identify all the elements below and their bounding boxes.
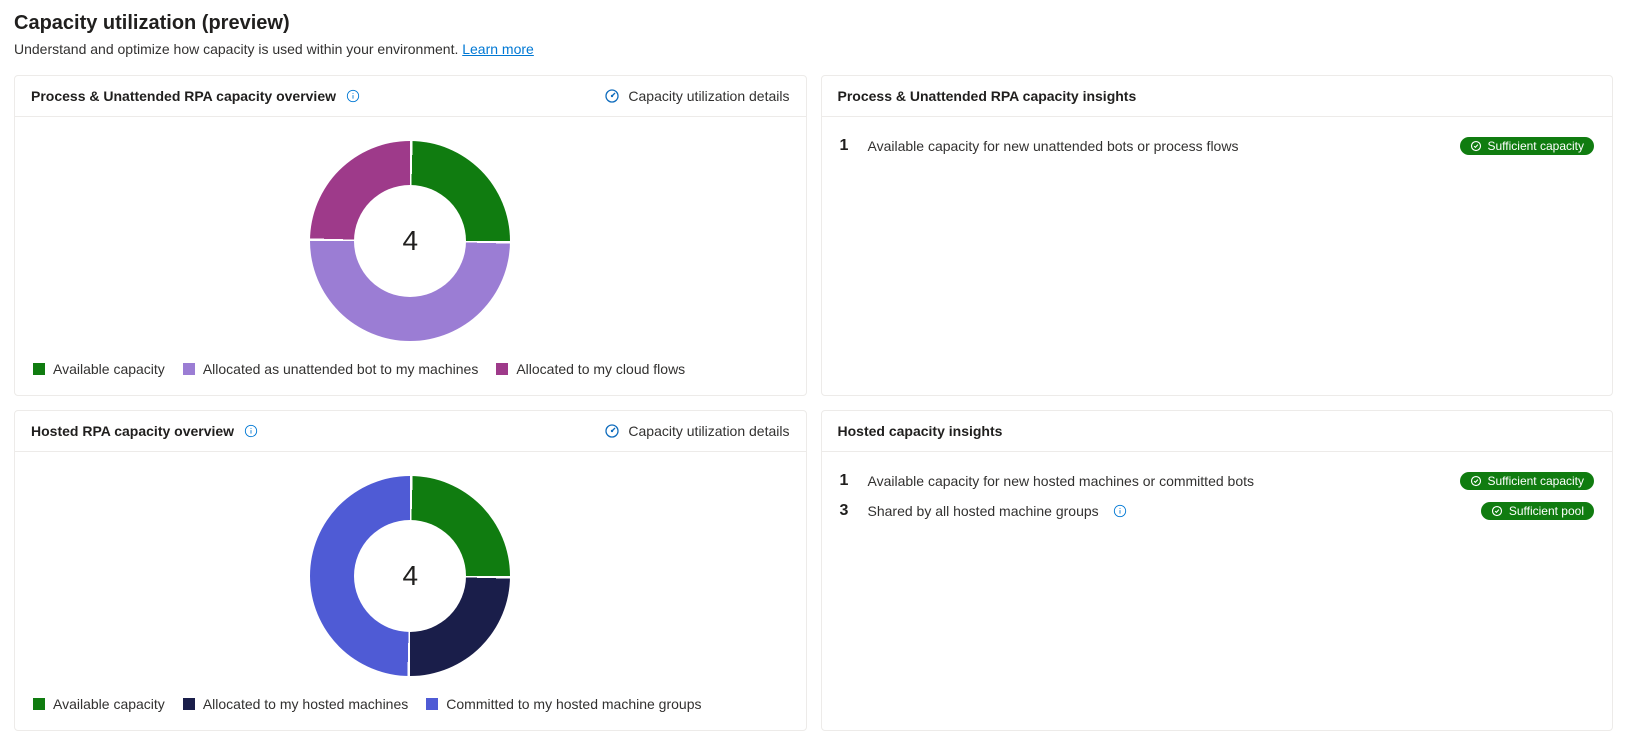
- check-circle-icon: [1470, 475, 1482, 487]
- info-icon[interactable]: [1113, 504, 1127, 518]
- legend-swatch: [496, 363, 508, 375]
- page-title: Capacity utilization (preview): [14, 12, 1613, 35]
- insights-list-process: 1 Available capacity for new unattended …: [822, 117, 1613, 175]
- legend-item: Available capacity: [33, 696, 165, 712]
- legend-swatch: [183, 363, 195, 375]
- insights-list-hosted: 1 Available capacity for new hosted mach…: [822, 452, 1613, 540]
- details-link-label: Capacity utilization details: [628, 88, 789, 104]
- status-badge: Sufficient capacity: [1460, 137, 1595, 155]
- insight-row: 3 Shared by all hosted machine groups Su…: [840, 496, 1595, 526]
- insight-row: 1 Available capacity for new hosted mach…: [840, 466, 1595, 496]
- check-circle-icon: [1491, 505, 1503, 517]
- page-subtitle: Understand and optimize how capacity is …: [14, 41, 1613, 57]
- card-title-process-overview: Process & Unattended RPA capacity overvi…: [31, 88, 336, 104]
- legend-item: Allocated to my hosted machines: [183, 696, 408, 712]
- insight-number: 3: [840, 502, 854, 520]
- donut-center-value: 4: [354, 185, 466, 297]
- legend-label: Allocated as unattended bot to my machin…: [203, 361, 479, 377]
- legend-process: Available capacity Allocated as unattend…: [33, 361, 788, 377]
- learn-more-link[interactable]: Learn more: [462, 41, 534, 57]
- legend-item: Committed to my hosted machine groups: [426, 696, 701, 712]
- legend-label: Available capacity: [53, 696, 165, 712]
- capacity-details-link[interactable]: Capacity utilization details: [604, 423, 789, 439]
- legend-label: Allocated to my cloud flows: [516, 361, 685, 377]
- insight-text: Shared by all hosted machine groups: [868, 503, 1099, 519]
- capacity-details-link[interactable]: Capacity utilization details: [604, 88, 789, 104]
- donut-center-value: 4: [354, 520, 466, 632]
- legend-label: Committed to my hosted machine groups: [446, 696, 701, 712]
- card-hosted-overview: Hosted RPA capacity overview Capacity ut…: [14, 410, 807, 731]
- info-icon[interactable]: [346, 89, 360, 103]
- donut-chart-hosted: 4: [310, 476, 510, 676]
- card-hosted-insights: Hosted capacity insights 1 Available cap…: [821, 410, 1614, 731]
- legend-swatch: [183, 698, 195, 710]
- legend-swatch: [426, 698, 438, 710]
- check-circle-icon: [1470, 140, 1482, 152]
- legend-item: Allocated to my cloud flows: [496, 361, 685, 377]
- insight-text: Available capacity for new hosted machin…: [868, 473, 1255, 489]
- gauge-icon: [604, 423, 620, 439]
- insight-text: Available capacity for new unattended bo…: [868, 138, 1239, 154]
- badge-label: Sufficient capacity: [1488, 139, 1585, 153]
- donut-chart-process: 4: [310, 141, 510, 341]
- legend-item: Allocated as unattended bot to my machin…: [183, 361, 479, 377]
- status-badge: Sufficient capacity: [1460, 472, 1595, 490]
- badge-label: Sufficient pool: [1509, 504, 1584, 518]
- card-process-insights: Process & Unattended RPA capacity insigh…: [821, 75, 1614, 396]
- status-badge: Sufficient pool: [1481, 502, 1594, 520]
- badge-label: Sufficient capacity: [1488, 474, 1585, 488]
- insight-number: 1: [840, 137, 854, 155]
- details-link-label: Capacity utilization details: [628, 423, 789, 439]
- page-subtitle-text: Understand and optimize how capacity is …: [14, 41, 462, 57]
- insight-number: 1: [840, 472, 854, 490]
- legend-swatch: [33, 363, 45, 375]
- card-title-hosted-insights: Hosted capacity insights: [838, 423, 1003, 439]
- legend-item: Available capacity: [33, 361, 165, 377]
- legend-label: Allocated to my hosted machines: [203, 696, 408, 712]
- legend-label: Available capacity: [53, 361, 165, 377]
- info-icon[interactable]: [244, 424, 258, 438]
- legend-swatch: [33, 698, 45, 710]
- legend-hosted: Available capacity Allocated to my hoste…: [33, 696, 788, 712]
- card-process-overview: Process & Unattended RPA capacity overvi…: [14, 75, 807, 396]
- insight-row: 1 Available capacity for new unattended …: [840, 131, 1595, 161]
- card-title-hosted-overview: Hosted RPA capacity overview: [31, 423, 234, 439]
- gauge-icon: [604, 88, 620, 104]
- card-title-process-insights: Process & Unattended RPA capacity insigh…: [838, 88, 1137, 104]
